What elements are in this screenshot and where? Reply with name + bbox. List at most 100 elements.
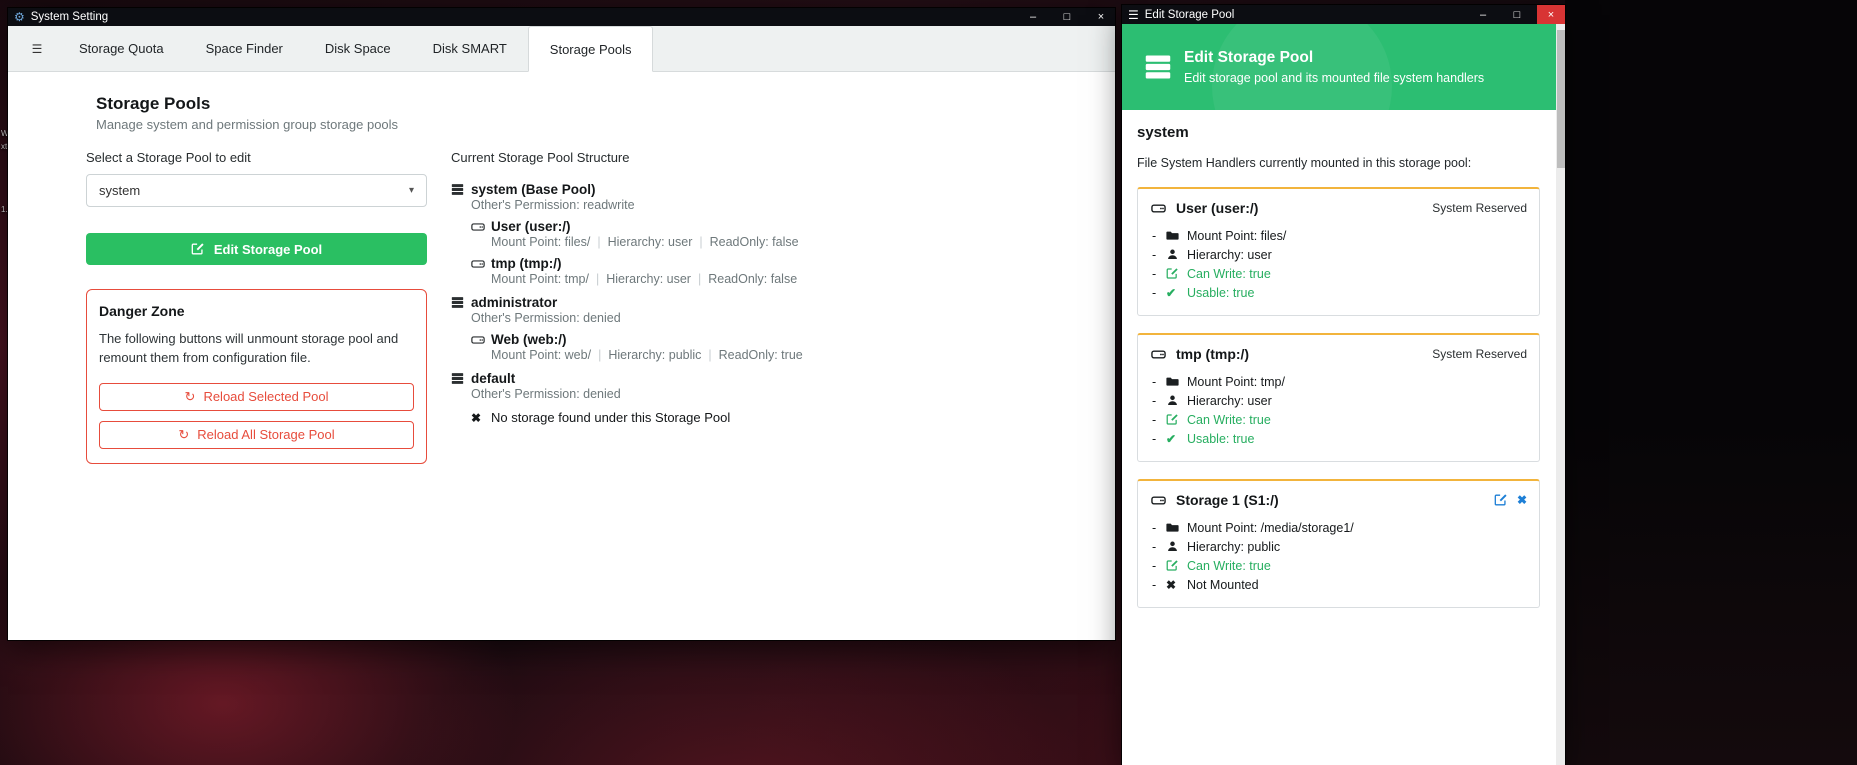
storage-item-tmp: tmp (tmp:/) Mount Point: tmp/|Hierarchy:… [471, 256, 1071, 286]
select-pool-label: Select a Storage Pool to edit [86, 150, 427, 165]
x-icon: ✖ [471, 411, 491, 425]
handler-row-mount: - Mount Point: files/ [1150, 226, 1527, 245]
minimize-button[interactable]: – [1469, 5, 1497, 24]
handler-card-user: User (user:/) System Reserved - Mount Po… [1137, 187, 1540, 316]
handler-card-storage1: Storage 1 (S1:/) ✖ - Mount Point: /media… [1137, 479, 1540, 608]
handler-row-hierarchy: - Hierarchy: public [1150, 537, 1527, 556]
edit-icon [1166, 413, 1187, 426]
handler-title: tmp (tmp:/) [1176, 346, 1249, 362]
hamburger-menu-button[interactable]: ☰ [16, 26, 58, 71]
edit-pool-body: system File System Handlers currently mo… [1122, 124, 1556, 608]
edit-handler-button[interactable] [1494, 493, 1508, 507]
edit-pool-description: File System Handlers currently mounted i… [1137, 156, 1540, 170]
check-icon: ✔ [1166, 432, 1187, 446]
danger-zone-text: The following buttons will unmount stora… [99, 330, 414, 368]
storage-item-web: Web (web:/) Mount Point: web/|Hierarchy:… [471, 332, 1071, 362]
hdd-icon [471, 219, 491, 249]
hdd-icon [471, 332, 491, 362]
edit-titlebar[interactable]: ☰ Edit Storage Pool – □ × [1122, 5, 1565, 24]
handler-row-canwrite: - Can Write: true [1150, 556, 1527, 575]
empty-pool-notice: ✖ No storage found under this Storage Po… [471, 410, 1071, 425]
reload-all-pool-button[interactable]: ↻ Reload All Storage Pool [99, 421, 414, 449]
tab-disk-smart[interactable]: Disk SMART [412, 26, 528, 71]
scrollbar-thumb[interactable] [1557, 30, 1565, 168]
edit-window-title: Edit Storage Pool [1145, 9, 1235, 21]
handler-row-notmounted: - ✖ Not Mounted [1150, 575, 1527, 594]
danger-zone-card: Danger Zone The following buttons will u… [86, 289, 427, 464]
unmount-handler-button[interactable]: ✖ [1517, 493, 1527, 507]
storage-item-user: User (user:/) Mount Point: files/|Hierar… [471, 219, 1071, 249]
pool-name: default [471, 371, 621, 386]
desktop-right-area [1565, 0, 1857, 765]
tab-disk-space[interactable]: Disk Space [304, 26, 412, 71]
storage-pool-icon [1144, 53, 1172, 81]
user-icon [1166, 248, 1187, 261]
edit-icon [1166, 267, 1187, 280]
server-icon [451, 295, 471, 325]
close-button[interactable]: × [1087, 8, 1115, 26]
storage-name: tmp (tmp:/) [491, 256, 797, 271]
edit-storage-pool-button[interactable]: Edit Storage Pool [86, 233, 427, 265]
user-icon [1166, 540, 1187, 553]
x-icon: ✖ [1166, 578, 1187, 592]
edit-pool-name: system [1137, 124, 1540, 141]
pool-permission: Other's Permission: denied [471, 387, 621, 401]
tab-storage-pools[interactable]: Storage Pools [528, 26, 654, 72]
desktop-icon-label-fragment: xt [1, 142, 7, 151]
storage-name: Web (web:/) [491, 332, 803, 347]
handler-title: User (user:/) [1176, 200, 1258, 216]
tree-heading: Current Storage Pool Structure [451, 150, 1071, 165]
desktop-icon-label-fragment: 1. [1, 205, 8, 214]
hdd-icon [1150, 493, 1167, 508]
page-title: Storage Pools [96, 94, 398, 114]
hdd-icon [1150, 347, 1167, 362]
main-titlebar[interactable]: ⚙ System Setting – □ × [8, 8, 1115, 26]
hdd-icon [471, 256, 491, 286]
reload-all-label: Reload All Storage Pool [197, 427, 334, 442]
pool-item-system: system (Base Pool) Other's Permission: r… [451, 182, 1071, 286]
pool-permission: Other's Permission: denied [471, 311, 621, 325]
danger-zone-title: Danger Zone [99, 303, 414, 319]
minimize-button[interactable]: – [1019, 8, 1047, 26]
tab-bar: ☰ Storage Quota Space Finder Disk Space … [8, 26, 1115, 72]
scrollbar[interactable] [1556, 24, 1565, 765]
folder-icon [1166, 375, 1187, 388]
system-reserved-badge: System Reserved [1432, 201, 1527, 215]
close-button[interactable]: × [1537, 5, 1565, 24]
pool-permission: Other's Permission: readwrite [471, 198, 635, 212]
user-icon [1166, 394, 1187, 407]
storage-details: Mount Point: web/|Hierarchy: public|Read… [491, 348, 803, 362]
handler-title: Storage 1 (S1:/) [1176, 492, 1279, 508]
system-setting-window: ⚙ System Setting – □ × ☰ Storage Quota S… [8, 8, 1115, 640]
maximize-button[interactable]: □ [1053, 8, 1081, 26]
header-watermark [1212, 24, 1392, 110]
pool-item-administrator: administrator Other's Permission: denied… [451, 295, 1071, 362]
refresh-icon: ↻ [185, 389, 196, 405]
edit-icon [191, 242, 205, 256]
handler-row-canwrite: - Can Write: true [1150, 410, 1527, 429]
handler-row-mount: - Mount Point: /media/storage1/ [1150, 518, 1527, 537]
system-reserved-badge: System Reserved [1432, 347, 1527, 361]
tab-space-finder[interactable]: Space Finder [185, 26, 304, 71]
edit-pool-header: Edit Storage Pool Edit storage pool and … [1122, 24, 1556, 110]
pool-edit-panel: Select a Storage Pool to edit system ▾ E… [86, 150, 427, 464]
tab-storage-quota[interactable]: Storage Quota [58, 26, 185, 71]
pool-select[interactable]: system ▾ [86, 174, 427, 207]
gear-icon: ⚙ [14, 10, 25, 24]
server-icon [451, 371, 471, 401]
pool-select-value: system [99, 183, 140, 198]
reload-selected-pool-button[interactable]: ↻ Reload Selected Pool [99, 383, 414, 411]
edit-storage-pool-window: ☰ Edit Storage Pool – □ × Edit Storage P… [1122, 5, 1565, 765]
pool-name: system (Base Pool) [471, 182, 635, 197]
pool-name: administrator [471, 295, 621, 310]
reload-selected-label: Reload Selected Pool [203, 389, 328, 404]
handler-row-hierarchy: - Hierarchy: user [1150, 245, 1527, 264]
storage-details: Mount Point: files/|Hierarchy: user|Read… [491, 235, 799, 249]
storage-name: User (user:/) [491, 219, 799, 234]
edit-icon [1166, 559, 1187, 572]
folder-icon [1166, 521, 1187, 534]
check-icon: ✔ [1166, 286, 1187, 300]
chevron-down-icon: ▾ [409, 185, 414, 196]
maximize-button[interactable]: □ [1503, 5, 1531, 24]
server-icon [451, 182, 471, 212]
